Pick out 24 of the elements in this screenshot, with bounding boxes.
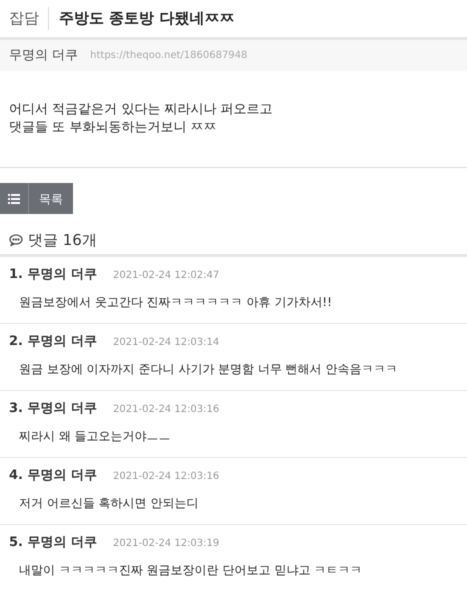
post-author: 무명의 더쿠 xyxy=(9,46,78,65)
comment-time: 2021-02-24 12:03:14 xyxy=(113,336,220,350)
comment-time: 2021-02-24 12:02:47 xyxy=(113,268,220,282)
comment-author: 1. 무명의 더쿠 xyxy=(9,266,98,284)
comment-text: 원금보장에서 웃고간다 진짜ㅋㅋㅋㅋㅋㅋ 아휴 기가차서!! xyxy=(18,294,333,311)
post-body-line: 어디서 적금같은거 있다는 찌라시나 퍼오르고 xyxy=(9,101,274,119)
comment-count: 댓글 16개 xyxy=(28,230,97,251)
comment-text: 찌라시 왜 들고오는거야ㅡㅡ xyxy=(18,428,172,445)
comment-author: 5. 무명의 더쿠 xyxy=(9,534,98,552)
comment-author: 2. 무명의 더쿠 xyxy=(9,333,98,352)
comment-text: 저거 어르신들 혹하시면 안되는디 xyxy=(18,495,200,512)
post-category: 잡담 xyxy=(9,7,49,30)
comment-text: 원금 보장에 이자까지 준다니 사기가 분명함 너무 뻔해서 안속음ㅋㅋㅋ xyxy=(18,361,399,378)
post-title: 주방도 종토방 다됐네ㅉㅉ xyxy=(58,8,234,30)
comment-time: 2021-02-24 12:03:16 xyxy=(113,470,220,484)
comment-author: 4. 무명의 더쿠 xyxy=(9,467,98,486)
list-button[interactable]: 목록 xyxy=(0,183,73,214)
speech-bubble-icon xyxy=(9,234,23,246)
post-body-line: 댓글들 또 부화뇌동하는거보니 ㅉㅉ xyxy=(9,119,218,137)
comment-time: 2021-02-24 12:03:16 xyxy=(113,402,220,416)
comment-time: 2021-02-24 12:03:19 xyxy=(113,536,220,550)
comment-text: 내말이 ㅋㅋㅋㅋㅋ진짜 원금보장이란 단어보고 믿냐고 ㅋㅌㅋㅋ xyxy=(18,562,364,579)
comment-author: 3. 무명의 더쿠 xyxy=(9,400,98,418)
list-icon xyxy=(8,194,20,204)
